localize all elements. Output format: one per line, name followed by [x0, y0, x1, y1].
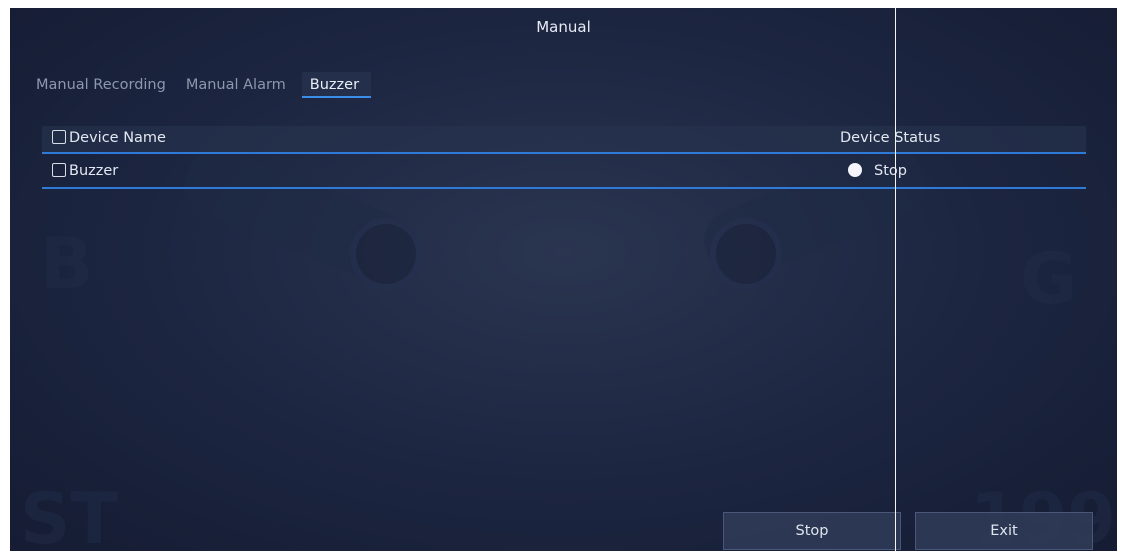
- vertical-divider: [895, 8, 896, 551]
- tab-bar: Manual Recording Manual Alarm Buzzer: [32, 72, 383, 98]
- select-all-checkbox[interactable]: [52, 130, 66, 144]
- row-checkbox[interactable]: [52, 163, 66, 177]
- tab-buzzer[interactable]: Buzzer: [301, 72, 372, 98]
- tab-manual-alarm[interactable]: Manual Alarm: [182, 72, 290, 98]
- exit-button[interactable]: Exit: [915, 512, 1093, 550]
- device-name-cell: Buzzer: [69, 163, 119, 179]
- dialog-title: Manual: [536, 18, 591, 36]
- manual-dialog: ST B G 199 Manual Manual Recording Manua…: [10, 8, 1117, 551]
- table-row[interactable]: Buzzer Stop: [42, 159, 1086, 189]
- device-status-text: Stop: [874, 163, 907, 179]
- device-status-cell: Stop: [840, 159, 907, 183]
- status-dot-icon: [848, 163, 862, 177]
- column-header-device-status: Device Status: [840, 130, 941, 146]
- column-header-device-name: Device Name: [69, 130, 166, 146]
- table-header: Device Name Device Status: [42, 126, 1086, 154]
- tab-manual-recording[interactable]: Manual Recording: [32, 72, 170, 98]
- stop-button[interactable]: Stop: [723, 512, 901, 550]
